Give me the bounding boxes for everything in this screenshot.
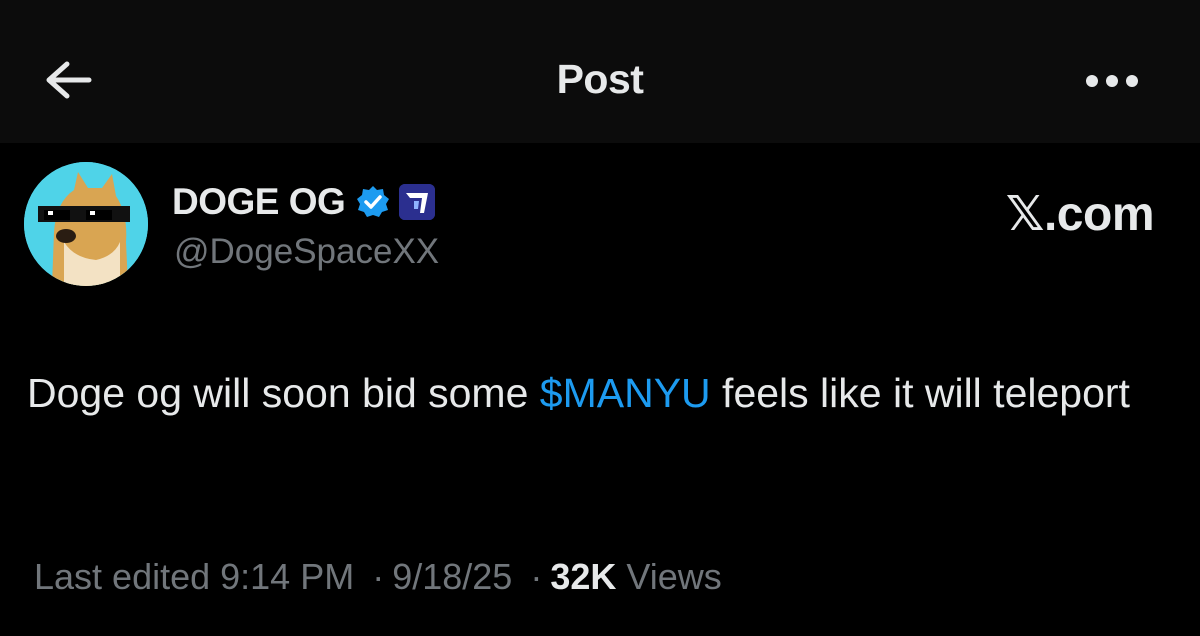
verified-badge-icon[interactable] [355,184,391,220]
more-options-button[interactable] [1075,58,1149,108]
author-handle[interactable]: @DogeSpaceXX [174,232,439,272]
post-meta: Last edited 9:14 PM · 9/18/25 · 32K Views [34,556,722,598]
post-text: Doge og will soon bid some $MANYU feels … [27,360,1167,426]
author-display-name[interactable]: DOGE OG [172,181,346,223]
top-bar: Post [0,0,1200,143]
edited-timestamp[interactable]: Last edited 9:14 PM [34,556,354,597]
more-horizontal-icon [1084,73,1140,94]
meta-separator: · [372,556,385,597]
affiliate-badge-icon[interactable] [399,184,436,220]
meta-separator: · [530,556,543,597]
post-text-start: Doge og will soon bid some [27,370,540,416]
cashtag-link[interactable]: $MANYU [540,370,711,416]
views-count[interactable]: 32K [550,556,616,597]
page-title: Post [556,56,644,102]
views-label: Views [626,556,722,597]
post-text-end: feels like it will teleport [710,370,1130,416]
author-name-row: DOGE OG [172,178,436,226]
post-date[interactable]: 9/18/25 [392,556,512,597]
x-watermark: 𝕏.com [1005,188,1155,241]
avatar[interactable] [24,162,148,286]
